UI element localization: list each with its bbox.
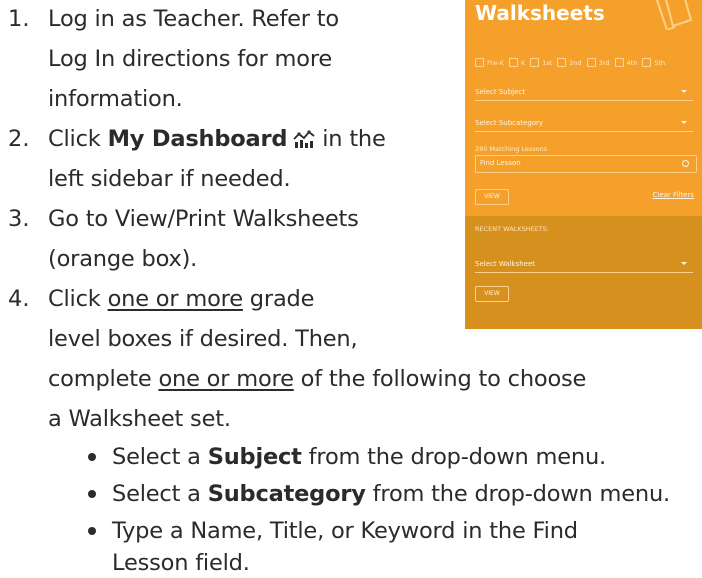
step-4-line-3: complete one or more of the following to…: [48, 366, 587, 392]
pages-icon: [656, 0, 693, 30]
grade-checkbox-k[interactable]: K: [508, 58, 525, 67]
step-1-line-2: Log In directions for more: [48, 46, 333, 72]
step-1-line-1: Log in as Teacher. Refer to: [48, 6, 340, 32]
grade-checkbox-4th[interactable]: 4th: [614, 58, 637, 67]
recent-walksheets-label: RECENT WALKSHEETS:: [475, 225, 550, 233]
step-1-line-3: information.: [48, 86, 183, 112]
grade-checkbox-prek[interactable]: Pre-K: [475, 58, 504, 67]
bullet-dot: [88, 527, 96, 535]
bullet-subject: Select a Subject from the drop-down menu…: [112, 444, 606, 470]
bullet-find-lesson-line-1: Type a Name, Title, or Keyword in the Fi…: [112, 518, 578, 544]
checkbox-icon: [586, 58, 596, 67]
bullet-dot: [88, 490, 96, 498]
chevron-down-icon: [681, 121, 687, 124]
checkbox-icon: [642, 58, 652, 67]
bullet-find-lesson-line-2: Lesson field.: [112, 550, 250, 576]
grade-checkbox-2nd[interactable]: 2nd: [557, 58, 582, 67]
chevron-down-icon: [681, 90, 687, 93]
walksheets-panel: Walksheets Pre-K K 1st 2nd 3rd 4th 5th S…: [465, 0, 702, 329]
step-4-number: 4.: [8, 286, 30, 312]
checkbox-icon: [475, 58, 484, 67]
chevron-down-icon: [681, 262, 687, 265]
bullet-dot: [88, 453, 96, 461]
clear-filters-link[interactable]: Clear Filters: [652, 191, 694, 199]
find-lesson-input[interactable]: Find Lesson: [475, 155, 697, 173]
checkbox-icon: [508, 58, 518, 67]
grade-checkbox-row: Pre-K K 1st 2nd 3rd 4th 5th: [475, 58, 665, 67]
step-2-line-2: left sidebar if needed.: [48, 166, 291, 192]
recent-walksheets-section: RECENT WALKSHEETS: Select Walksheet VIEW: [465, 216, 702, 329]
matching-lessons-count: 280 Matching Lessons: [475, 145, 548, 153]
step-1-number: 1.: [8, 6, 30, 32]
grade-checkbox-5th[interactable]: 5th: [642, 58, 665, 67]
checkbox-icon: [557, 58, 567, 67]
step-4-line-1: Click one or more grade: [48, 286, 315, 312]
grade-checkbox-3rd[interactable]: 3rd: [586, 58, 610, 67]
bullet-subcategory: Select a Subcategory from the drop-down …: [112, 481, 670, 507]
walksheet-select[interactable]: Select Walksheet: [475, 254, 693, 273]
step-3-number: 3.: [8, 206, 30, 232]
step-2-line-1: Click My Dashboard in the: [48, 126, 386, 152]
step-3-line-2: (orange box).: [48, 246, 198, 272]
grade-checkbox-1st[interactable]: 1st: [530, 58, 552, 67]
instructions-document: 1. Log in as Teacher. Refer to Log In di…: [0, 0, 702, 576]
step-3-line-1: Go to View/Print Walksheets: [48, 206, 359, 232]
subject-select[interactable]: Select Subject: [475, 82, 693, 101]
checkbox-icon: [530, 58, 540, 67]
view-button[interactable]: VIEW: [475, 189, 509, 205]
search-icon: [682, 160, 689, 167]
step-4-line-4: a Walksheet set.: [48, 406, 231, 432]
step-4-line-2: level boxes if desired. Then,: [48, 326, 358, 352]
dashboard-chart-icon: [293, 126, 315, 148]
walksheets-title: Walksheets: [475, 1, 605, 25]
step-2-number: 2.: [8, 126, 30, 152]
checkbox-icon: [614, 58, 624, 67]
recent-view-button[interactable]: VIEW: [475, 286, 509, 302]
subcategory-select[interactable]: Select Subcategory: [475, 113, 693, 132]
my-dashboard-label: My Dashboard: [107, 126, 288, 152]
